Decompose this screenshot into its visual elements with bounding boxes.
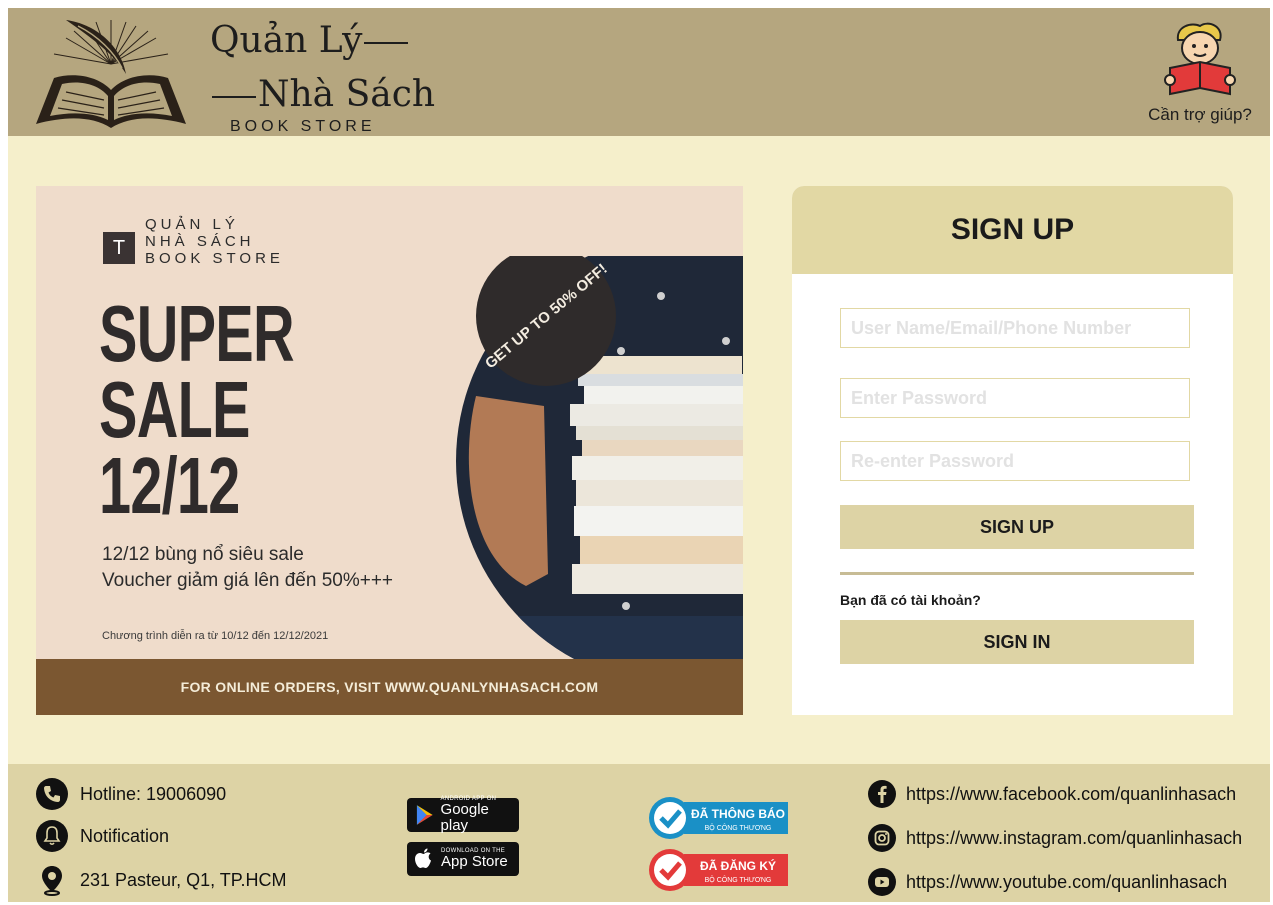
- banner-logo-mark: T: [103, 232, 135, 264]
- registered-sub: BỘ CÔNG THƯƠNG: [705, 875, 772, 884]
- facebook-link[interactable]: https://www.facebook.com/quanlinhasach: [868, 780, 1236, 808]
- brand-title-line1: Quản Lý: [210, 20, 410, 61]
- password-input[interactable]: [840, 378, 1190, 418]
- promo-banner: T QUẢN LÝ NHÀ SÁCH BOOK STORE SUPER SALE…: [36, 186, 743, 715]
- signin-button[interactable]: SIGN IN: [840, 620, 1194, 664]
- google-play-icon: [416, 805, 433, 825]
- username-input[interactable]: [840, 308, 1190, 348]
- books-stack-photo: GET UP TO 50% OFF!: [456, 256, 743, 660]
- book-quill-logo-icon: [36, 20, 186, 128]
- google-play-text: Google play: [440, 801, 489, 834]
- google-play-button[interactable]: ANDROID APP ON Google play: [407, 796, 519, 834]
- youtube-icon: [868, 868, 896, 896]
- instagram-icon: [868, 824, 896, 852]
- reader-help-icon: [1164, 22, 1236, 96]
- instagram-url: https://www.instagram.com/quanlinhasach: [906, 827, 1243, 848]
- banner-description-1: 12/12 bùng nổ siêu sale: [102, 544, 304, 565]
- form-divider: [840, 572, 1194, 575]
- banner-logo-line: NHÀ SÁCH: [145, 233, 255, 250]
- hotline-text: Hotline: 19006090: [80, 783, 227, 804]
- headline-line: 12/12: [99, 441, 240, 530]
- banner-description-2: Voucher giảm giá lên đến 50%+++: [102, 570, 394, 591]
- page-frame: Quản Lý Nhà Sách BOOK STORE Cần trợ giúp…: [8, 8, 1270, 902]
- help-label: Cần trợ giúp?: [1148, 105, 1252, 124]
- facebook-url: https://www.facebook.com/quanlinhasach: [906, 783, 1237, 804]
- youtube-link[interactable]: https://www.youtube.com/quanlinhasach: [868, 868, 1227, 896]
- banner-footer[interactable]: FOR ONLINE ORDERS, VISIT WWW.QUANLYNHASA…: [36, 659, 743, 715]
- bell-icon: [36, 820, 68, 852]
- location-pin-icon: [42, 866, 62, 896]
- banner-logo-text: QUẢN LÝ NHÀ SÁCH BOOK STORE: [145, 216, 284, 267]
- repassword-input[interactable]: [840, 441, 1190, 481]
- apple-icon: [415, 848, 431, 868]
- banner-logo-line: QUẢN LÝ: [145, 216, 239, 233]
- headline-line: SALE: [99, 365, 250, 454]
- notified-badge[interactable]: ĐÃ THÔNG BÁO BỘ CÔNG THƯƠNG: [648, 796, 790, 840]
- notification-text: Notification: [80, 825, 170, 846]
- footer: Hotline: 19006090 Notification 231 Paste…: [8, 764, 1270, 902]
- signup-title: SIGN UP: [792, 186, 1233, 274]
- notified-title: ĐÃ THÔNG BÁO: [691, 806, 785, 821]
- brand-title-line2: Nhà Sách: [210, 74, 435, 115]
- address-item[interactable]: 231 Pasteur, Q1, TP.HCM: [36, 864, 286, 896]
- app-store-label: DOWNLOAD ON THE App Store: [441, 848, 508, 870]
- headline-line: SUPER: [99, 289, 295, 378]
- youtube-url: https://www.youtube.com/quanlinhasach: [906, 871, 1228, 892]
- app-store-button[interactable]: DOWNLOAD ON THE App Store: [407, 842, 519, 876]
- have-account-text: Bạn đã có tài khoản?: [840, 592, 981, 608]
- phone-icon: [36, 778, 68, 810]
- signup-button[interactable]: SIGN UP: [840, 505, 1194, 549]
- registered-badge[interactable]: ĐÃ ĐĂNG KÝ BỘ CÔNG THƯƠNG: [648, 848, 790, 892]
- instagram-link[interactable]: https://www.instagram.com/quanlinhasach: [868, 824, 1242, 852]
- notification-item[interactable]: Notification: [36, 820, 169, 852]
- signup-panel: SIGN UP SIGN UP Bạn đã có tài khoản? SIG…: [792, 186, 1233, 715]
- help-link[interactable]: Cần trợ giúp?: [1144, 20, 1256, 125]
- notified-sub: BỘ CÔNG THƯƠNG: [705, 823, 772, 832]
- address-text: 231 Pasteur, Q1, TP.HCM: [80, 869, 287, 890]
- banner-period: Chương trình diễn ra từ 10/12 đến 12/12/…: [102, 630, 329, 642]
- google-play-label: ANDROID APP ON Google play: [441, 796, 519, 834]
- header: Quản Lý Nhà Sách BOOK STORE Cần trợ giúp…: [8, 8, 1270, 136]
- app-store-text: App Store: [441, 853, 508, 870]
- banner-headline: SUPER SALE 12/12: [99, 289, 295, 530]
- banner-logo-line: BOOK STORE: [145, 250, 284, 267]
- hotline-item[interactable]: Hotline: 19006090: [36, 778, 226, 810]
- registered-title: ĐÃ ĐĂNG KÝ: [700, 858, 776, 873]
- brand-subtitle: BOOK STORE: [230, 118, 376, 135]
- facebook-icon: [868, 780, 896, 808]
